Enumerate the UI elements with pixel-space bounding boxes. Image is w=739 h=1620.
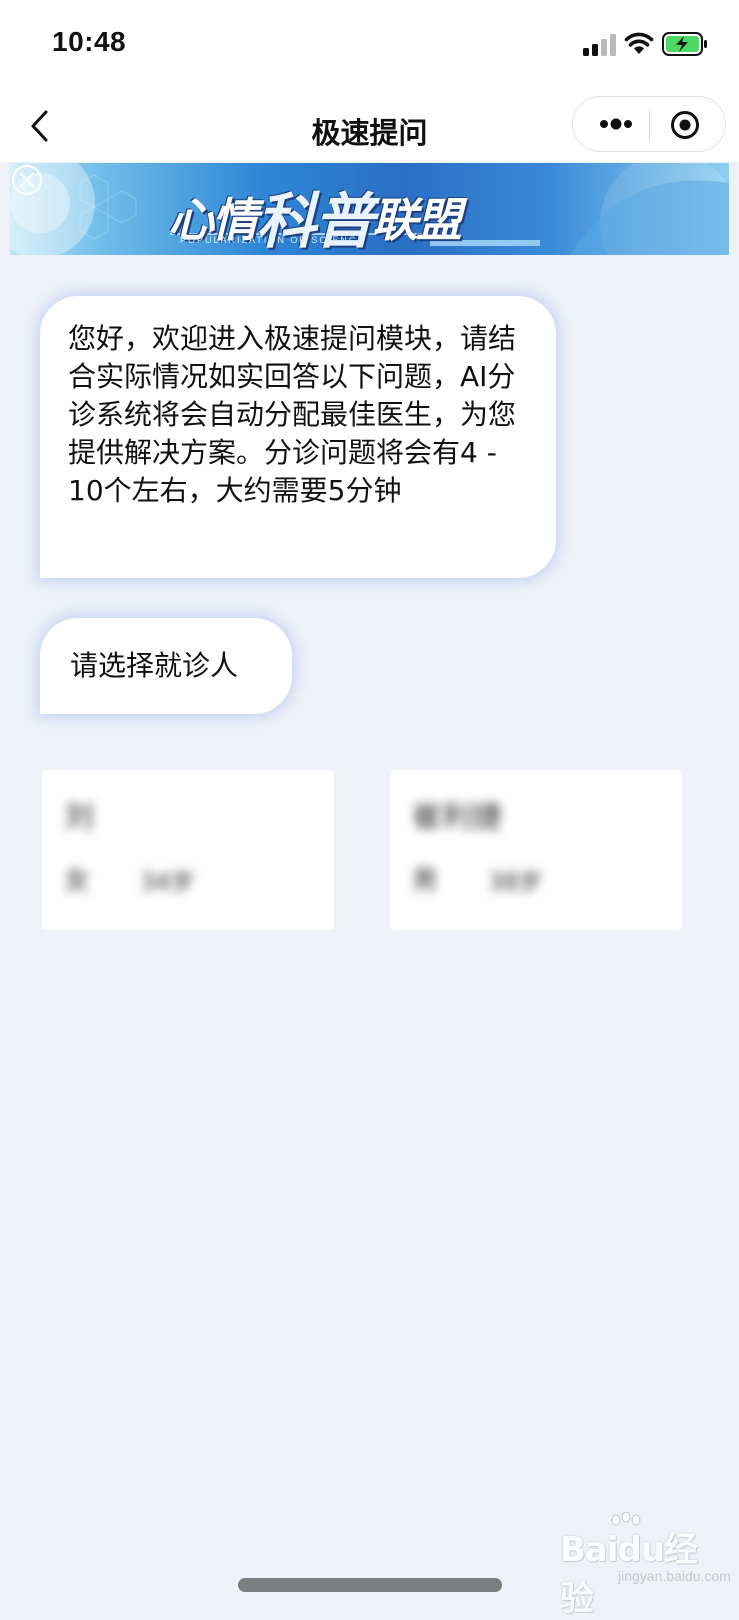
more-dots-icon[interactable]: [591, 110, 641, 138]
prompt-message-text: 请选择就诊人: [70, 649, 239, 682]
status-time: 10:48: [52, 26, 127, 57]
battery-charging-icon: [662, 32, 707, 56]
status-bar: 10:48: [0, 0, 739, 90]
cellular-signal-icon: [583, 34, 617, 56]
prompt-message-bubble: 请选择就诊人: [40, 618, 292, 714]
home-indicator[interactable]: [238, 1578, 502, 1592]
patient-card[interactable]: 崔利捷 男 38岁: [390, 770, 682, 930]
banner-subtitle: POPULARIZATION OF SCIENCE: [180, 235, 366, 245]
patient-card[interactable]: 刘 女 34岁: [42, 770, 334, 930]
patient-gender: 男: [412, 866, 439, 896]
watermark-url: jingyan.baidu.com: [618, 1568, 731, 1584]
close-circle-icon[interactable]: [10, 163, 44, 197]
patient-age: 34岁: [140, 868, 195, 896]
promo-banner[interactable]: 心情科普联盟 POPULARIZATION OF SCIENCE: [10, 163, 729, 255]
wifi-icon: [624, 32, 654, 54]
baidu-watermark: Baidu经验 jingyan.baidu.com: [560, 1512, 731, 1619]
patient-name: 刘: [64, 800, 94, 835]
target-circle-icon[interactable]: [669, 109, 701, 141]
patient-gender: 女: [64, 866, 91, 896]
patient-name: 崔利捷: [412, 800, 502, 835]
patient-age: 38岁: [488, 868, 543, 896]
welcome-message-bubble: 您好，欢迎进入极速提问模块，请结合实际情况如实回答以下问题，AI分诊系统将会自动…: [40, 296, 556, 578]
capsule-divider: [649, 110, 650, 140]
miniprogram-capsule: [572, 96, 726, 152]
banner-title-part3: 联盟: [372, 193, 462, 247]
navigation-bar: 极速提问: [0, 90, 739, 162]
welcome-message-text: 您好，欢迎进入极速提问模块，请结合实际情况如实回答以下问题，AI分诊系统将会自动…: [68, 322, 517, 507]
